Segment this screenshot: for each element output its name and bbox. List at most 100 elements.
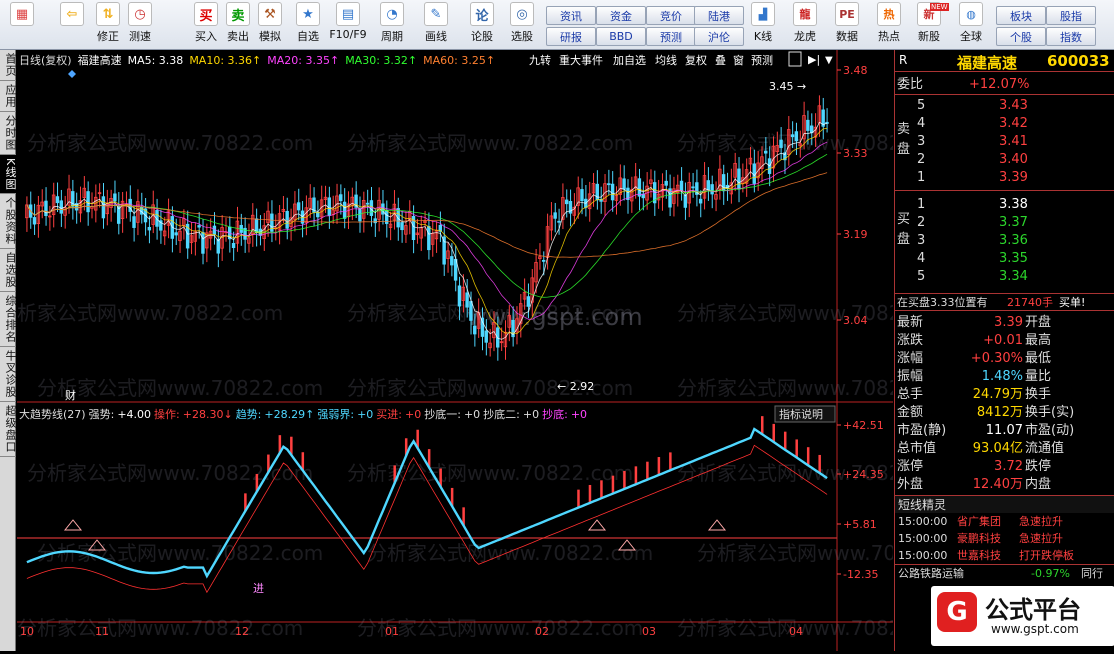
y-tick-label: 3.19 xyxy=(843,228,868,241)
info-button[interactable]: 资讯 xyxy=(546,6,596,25)
toolbar-button-dragon[interactable]: 龍龙虎 xyxy=(786,2,824,48)
weibi-row: 委比 +12.07% xyxy=(895,76,1114,94)
research-button[interactable]: 研报 xyxy=(546,27,596,46)
toolbar-button-table[interactable]: ▤ F10/F9 xyxy=(329,2,367,48)
sector-name: 公路铁路运输 xyxy=(898,567,964,580)
index-futures-button[interactable]: 股指 xyxy=(1046,6,1096,25)
toolbar-button-back-arrow[interactable]: ⇦ xyxy=(54,2,90,48)
x-tick-label: 12 xyxy=(235,625,249,638)
ask-level: 3 xyxy=(917,134,926,149)
indicator-field: +0 xyxy=(464,408,480,421)
ask-row[interactable]: 5 3.43 xyxy=(895,97,1114,115)
ask-row[interactable]: 2 3.40 xyxy=(895,151,1114,169)
signal-bar xyxy=(795,439,798,458)
index-button[interactable]: 指数 xyxy=(1046,27,1096,46)
tail-label: 同行 xyxy=(1081,567,1103,580)
toolbar-button-grid[interactable]: ▦ xyxy=(4,2,40,48)
dropdown-icon: ▼ xyxy=(825,55,833,66)
short-title: 短线精灵 xyxy=(895,495,1114,513)
sidebar-tab-3[interactable]: K线图 xyxy=(0,155,17,195)
stat-row: 涨幅 +0.30% 最低 xyxy=(895,350,1114,368)
sidebar-tab-5[interactable]: 自选股 xyxy=(0,249,17,293)
chart-menu-2[interactable]: 加自选 xyxy=(613,54,646,67)
toolbar-button-pencil[interactable]: ✎ 画线 xyxy=(418,2,454,48)
sidebar-tab-7[interactable]: 牛叉诊股 xyxy=(0,347,17,403)
auction-button[interactable]: 竞价 xyxy=(646,6,696,25)
logo-text: 公式平台 xyxy=(985,596,1081,624)
toolbar-button-sell[interactable]: 卖卖出 xyxy=(220,2,256,48)
weibi-label: 委比 xyxy=(897,77,924,92)
ask-row[interactable]: 3 3.41 xyxy=(895,133,1114,151)
short-item[interactable]: 15:00:00 省广集团 急速拉升 xyxy=(895,513,1114,530)
stat-value: +0.30% xyxy=(970,351,1023,366)
toolbar-label: 选股 xyxy=(511,30,533,43)
bid-price: 3.37 xyxy=(999,215,1028,230)
jump-end-icon: ▶| xyxy=(808,53,820,66)
hk-connect-button[interactable]: 陆港 xyxy=(694,6,744,25)
ask-price: 3.43 xyxy=(999,98,1028,113)
toolbar-button-clock[interactable]: ◔ 周期 xyxy=(374,2,410,48)
notice-volume: 21740手 xyxy=(1007,296,1053,309)
funds-button[interactable]: 资金 xyxy=(596,6,646,25)
ask-level: 4 xyxy=(917,116,926,131)
x-tick-label: 11 xyxy=(95,625,109,638)
sidebar-tab-6[interactable]: 综合排名 xyxy=(0,292,17,348)
bid-row[interactable]: 3 3.36 xyxy=(895,232,1114,250)
ask-row[interactable]: 1 3.39 xyxy=(895,169,1114,187)
toolbar-button-chat[interactable]: 论论股 xyxy=(464,2,500,48)
toolbar: ▦ ⇦ ⇅ 修正 ◷ 测速 买买入卖卖出 ⚒ 模拟 ★ 自选 ▤ F10/F9 ◔ 周期 ✎ 画线论论股 ◎ 选股 ▟… xyxy=(0,0,1114,50)
stat-row: 振幅 1.48% 量比 xyxy=(895,368,1114,386)
speed-icon: ◷ xyxy=(128,2,152,26)
toolbar-button-globe[interactable]: ◍ 全球 xyxy=(952,2,990,48)
chart-menu-7[interactable]: 预测 xyxy=(751,54,773,67)
x-tick-label: 02 xyxy=(535,625,549,638)
toolbar-button-star[interactable]: ★ 自选 xyxy=(290,2,326,48)
bbd-button[interactable]: BBD xyxy=(596,27,646,46)
indicator-field: 强弱界: xyxy=(317,408,354,421)
stat-label: 总市值 xyxy=(897,441,937,456)
toolbar-button-pe[interactable]: PE 数据 xyxy=(828,2,866,48)
stat-value: 93.04亿 xyxy=(972,441,1023,456)
toolbar-button-up-down-arrow[interactable]: ⇅ 修正 xyxy=(90,2,126,48)
sidebar-tab-0[interactable]: 首页 xyxy=(0,50,17,81)
chart-menu-3[interactable]: 均线 xyxy=(655,53,677,67)
ma-label-0: MA5: 3.38 xyxy=(128,54,184,67)
sh-london-button[interactable]: 沪伦 xyxy=(694,27,744,46)
toolbar-button-kline[interactable]: ▟ K线 xyxy=(744,2,782,48)
bid-row[interactable]: 5 3.34 xyxy=(895,268,1114,286)
kline-chart[interactable]: 分析家公式网www.70822.com 分析家公式网www.70822.com 分析… xyxy=(0,50,983,651)
sidebar-tab-1[interactable]: 应用 xyxy=(0,81,17,112)
toolbar-button-speed[interactable]: ◷ 测速 xyxy=(122,2,158,48)
left-sidebar: 首页 应用 分时图 K线图 个股资料 自选股 综合排名 牛叉诊股 超级盘口 xyxy=(0,50,17,651)
bid-row[interactable]: 2 3.37 xyxy=(895,214,1114,232)
buy-icon: 买 xyxy=(194,2,218,26)
toolbar-button-hammer[interactable]: ⚒ 模拟 xyxy=(252,2,288,48)
chart-menu-1[interactable]: 重大事件 xyxy=(559,53,603,67)
toolbar-button-pick[interactable]: ◎ 选股 xyxy=(504,2,540,48)
short-item[interactable]: 15:00:00 豪鹏科技 急速拉升 xyxy=(895,530,1114,547)
stock-button[interactable]: 个股 xyxy=(996,27,1046,46)
sector-button[interactable]: 板块 xyxy=(996,6,1046,25)
short-item[interactable]: 15:00:00 世嘉科技 打开跌停板 xyxy=(895,547,1114,564)
sidebar-tab-8[interactable]: 超级盘口 xyxy=(0,402,17,458)
bid-row[interactable]: 4 3.35 xyxy=(895,250,1114,268)
sidebar-tab-4[interactable]: 个股资料 xyxy=(0,194,17,250)
forecast-button[interactable]: 预测 xyxy=(646,27,696,46)
chart-menu-0[interactable]: 九转 xyxy=(529,53,551,67)
toolbar-button-buy[interactable]: 买买入 xyxy=(188,2,224,48)
chart-menu-4[interactable]: 复权 xyxy=(685,53,707,67)
chart-area[interactable]: 分析家公式网www.70822.com 分析家公式网www.70822.com 分析… xyxy=(0,50,983,651)
stat-value: 1.48% xyxy=(981,369,1023,384)
toolbar-button-hot[interactable]: 热热点 xyxy=(870,2,908,48)
signal-bar xyxy=(657,457,661,476)
grid-icon: ▦ xyxy=(10,2,34,26)
bid-row[interactable]: 1 3.38 xyxy=(895,196,1114,214)
chart-menu-6[interactable]: 窗 xyxy=(733,53,744,67)
sidebar-tab-2[interactable]: 分时图 xyxy=(0,112,17,155)
stock-code: 600033 xyxy=(1047,52,1110,70)
chart-menu-5[interactable]: 叠 xyxy=(715,54,726,67)
ask-row[interactable]: 4 3.42 xyxy=(895,115,1114,133)
toolbar-label: 测速 xyxy=(129,30,151,43)
bid-level: 2 xyxy=(917,215,926,230)
stock-name-title: 福建高速 xyxy=(957,54,1018,72)
